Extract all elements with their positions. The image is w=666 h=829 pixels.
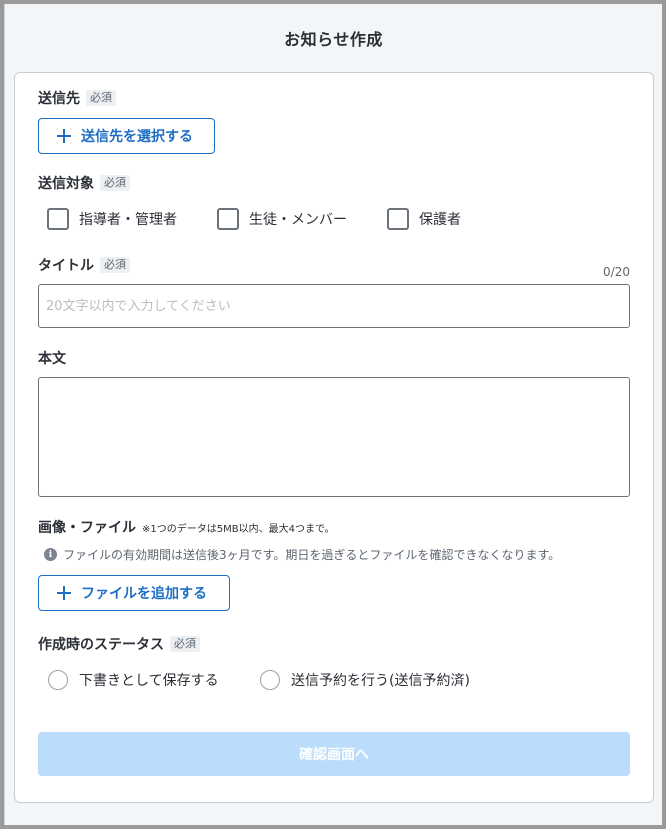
title-char-counter: 0/20 [603, 265, 630, 279]
attachments-label-row: 画像・ファイル ※1つのデータは5MB以内、最大4つまで。 [38, 517, 335, 537]
confirm-button[interactable]: 確認画面へ [38, 732, 630, 776]
checkbox[interactable] [47, 208, 69, 230]
recipients-label: 送信先 [38, 91, 80, 107]
title-input[interactable] [38, 284, 630, 328]
recipients-label-row: 送信先 必須 [38, 88, 116, 108]
plus-icon [57, 586, 71, 600]
required-badge: 必須 [100, 257, 130, 273]
attachments-info: i ファイルの有効期間は送信後3ヶ月です。期日を過ぎるとファイルを確認できなくな… [44, 546, 560, 563]
target-option-label: 保護者 [419, 212, 461, 228]
status-label: 作成時のステータス [38, 637, 164, 653]
add-file-label: ファイルを追加する [81, 586, 207, 602]
required-badge: 必須 [100, 175, 130, 191]
checkbox[interactable] [387, 208, 409, 230]
form-card: 送信先 必須 送信先を選択する 送信対象 必須 指導者・管理者 生徒・メンバー … [14, 72, 654, 803]
target-option-label: 生徒・メンバー [249, 212, 347, 228]
attachments-info-text: ファイルの有効期間は送信後3ヶ月です。期日を過ぎるとファイルを確認できなくなりま… [63, 548, 561, 562]
required-badge: 必須 [86, 90, 116, 106]
target-option-guardians[interactable]: 保護者 [387, 208, 461, 230]
info-icon: i [44, 548, 57, 561]
status-option-label: 下書きとして保存する [79, 673, 219, 689]
body-label: 本文 [38, 351, 66, 367]
body-label-row: 本文 [38, 348, 66, 368]
attachments-label: 画像・ファイル [38, 520, 136, 536]
radio-button[interactable] [48, 670, 68, 690]
target-label-row: 送信対象 必須 [38, 173, 130, 193]
status-label-row: 作成時のステータス 必須 [38, 634, 200, 654]
title-label-row: タイトル 必須 [38, 255, 130, 275]
page-header: お知らせ作成 [5, 4, 662, 72]
app-frame: お知らせ作成 送信先 必須 送信先を選択する 送信対象 必須 指導者・管理者 生… [4, 4, 662, 825]
title-label: タイトル [38, 258, 94, 274]
attachments-note: ※1つのデータは5MB以内、最大4つまで。 [142, 523, 335, 535]
target-option-members[interactable]: 生徒・メンバー [217, 208, 347, 230]
body-textarea[interactable] [38, 377, 630, 497]
page-title: お知らせ作成 [284, 30, 383, 49]
status-option-label: 送信予約を行う(送信予約済) [291, 673, 470, 689]
target-option-leaders[interactable]: 指導者・管理者 [47, 208, 177, 230]
status-option-draft[interactable]: 下書きとして保存する [48, 670, 219, 690]
target-label: 送信対象 [38, 176, 94, 192]
plus-icon [57, 129, 71, 143]
add-file-button[interactable]: ファイルを追加する [38, 575, 230, 611]
select-recipients-button[interactable]: 送信先を選択する [38, 118, 215, 154]
radio-button[interactable] [260, 670, 280, 690]
status-option-scheduled[interactable]: 送信予約を行う(送信予約済) [260, 670, 470, 690]
checkbox[interactable] [217, 208, 239, 230]
required-badge: 必須 [170, 636, 200, 652]
target-option-label: 指導者・管理者 [79, 212, 177, 228]
select-recipients-label: 送信先を選択する [81, 129, 193, 145]
